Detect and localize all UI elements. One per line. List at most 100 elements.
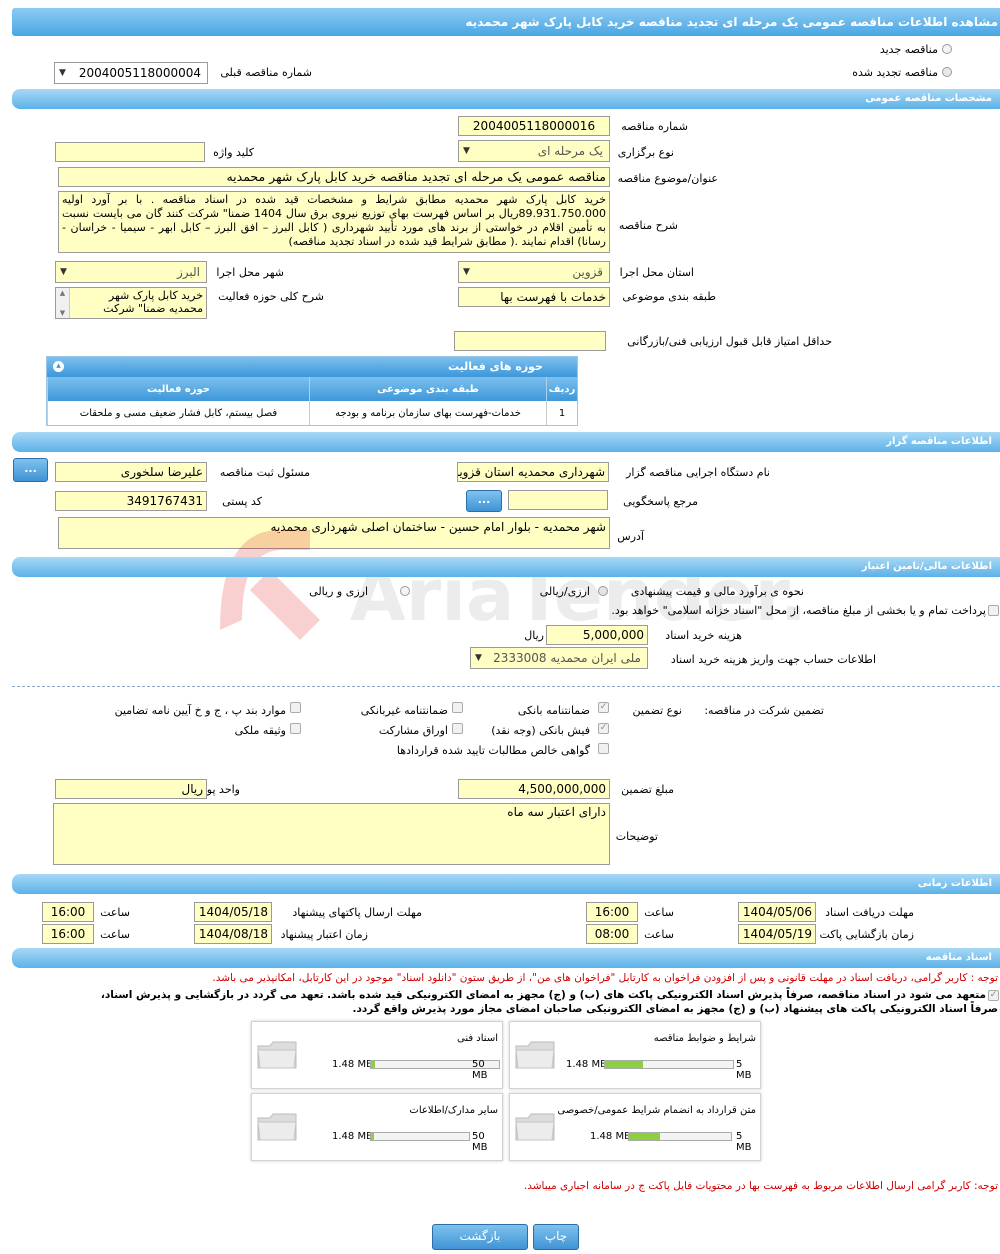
file-title: اسناد فنی	[457, 1033, 498, 1044]
table-row[interactable]: 1 خدمات-فهرست بهای سازمان برنامه و بودجه…	[47, 401, 577, 425]
receive-deadline-label: مهلت دریافت اسناد	[825, 906, 914, 919]
bylaw-checkbox[interactable]	[290, 702, 301, 713]
estimate-radio-2[interactable]	[400, 586, 410, 596]
documents-note: توجه : کاربر گرامی، دریافت اسناد در مهلت…	[212, 972, 998, 984]
column-header[interactable]: حوزه فعالیت	[47, 377, 310, 401]
tender-number-field[interactable]: 2004005118000016	[458, 116, 610, 136]
file-progress-fill	[629, 1133, 660, 1140]
price-list-note: توجه: کاربر گرامی ارسال اطلاعات مربوط به…	[523, 1180, 998, 1192]
column-header[interactable]: ردیف	[546, 377, 577, 401]
section-general: مشخصات مناقصه عمومی	[12, 89, 1000, 109]
account-select[interactable]: ملی ایران محمدیه 2333008 ▼	[470, 647, 648, 669]
textarea-scrollbar[interactable]: ▲ ▼	[56, 288, 70, 318]
file-used-size: 1.48 MB	[590, 1131, 631, 1142]
file-max-size: 50 MB	[472, 1059, 488, 1081]
agency-field[interactable]: شهرداری محمدیه استان قزوین	[457, 462, 609, 482]
category-field[interactable]: خدمات با فهرست بها	[458, 287, 610, 307]
address-field[interactable]: شهر محمدیه - بلوار امام حسین - ساختمان ا…	[58, 517, 610, 549]
activity-desc-field[interactable]: خرید کابل پارک شهر محمدیه ضمنا" شرکت ▲ ▼	[55, 287, 207, 319]
print-button[interactable]: چاپ	[533, 1224, 579, 1250]
radio-new-tender[interactable]	[942, 44, 952, 54]
account-value: ملی ایران محمدیه 2333008	[493, 651, 641, 665]
estimate-option-1: ارزی/ریالی	[539, 585, 590, 598]
chevron-down-icon: ▼	[60, 267, 67, 277]
treasury-checkbox[interactable]	[988, 605, 999, 616]
account-label: اطلاعات حساب جهت واریز هزینه خرید اسناد	[670, 653, 876, 666]
time-label: ساعت	[100, 928, 130, 941]
section-timing-title: اطلاعات زمانی	[917, 878, 992, 889]
city-label: شهر محل اجرا	[216, 266, 284, 279]
min-score-label: حداقل امتیاز قابل قبول ارزیابی فنی/بازرگ…	[627, 335, 832, 348]
subject-label: عنوان/موضوع مناقصه	[617, 172, 718, 185]
validity-date[interactable]: 1404/08/18	[194, 924, 272, 944]
reference-lookup-button[interactable]: ...	[466, 490, 502, 512]
property-checkbox[interactable]	[290, 723, 301, 734]
file-card-contract[interactable]: متن قرارداد به انضمام شرایط عمومی/خصوصی …	[509, 1093, 761, 1161]
collapse-icon[interactable]: ▴	[53, 361, 64, 372]
guarantee-type-label: نوع تضمین	[632, 704, 682, 717]
holding-type-label: نوع برگزاری	[617, 146, 674, 159]
column-header[interactable]: طبقه بندی موضوعی	[309, 377, 547, 401]
file-card-terms[interactable]: شرایط و ضوابط مناقصه 1.48 MB 5 MB	[509, 1021, 761, 1089]
registrar-field[interactable]: علیرضا سلخوری	[55, 462, 207, 482]
back-button[interactable]: بازگشت	[432, 1224, 528, 1250]
property-label: وثیقه ملکی	[234, 724, 286, 737]
subject-field[interactable]: مناقصه عمومی یک مرحله ای تجدید مناقصه خر…	[58, 167, 610, 187]
send-deadline-date[interactable]: 1404/05/18	[194, 902, 272, 922]
opening-label: زمان بازگشایی پاکت ها	[806, 928, 914, 941]
commitment-text-1: متعهد می شود در اسناد مناقصه، صرفاً پذیر…	[100, 989, 986, 1001]
treasury-text: پرداخت تمام و یا بخشی از مبلغ مناقصه، از…	[611, 604, 986, 617]
holding-type-select[interactable]: یک مرحله ای ▼	[458, 140, 610, 162]
doc-fee-field[interactable]: 5,000,000	[546, 625, 648, 645]
description-label: شرح مناقصه	[618, 219, 678, 232]
chevron-down-icon: ▼	[59, 68, 66, 78]
section-finance-title: اطلاعات مالی/تامین اعتبار	[861, 561, 992, 572]
previous-number-select[interactable]: 2004005118000004 ▼	[54, 62, 208, 84]
file-card-technical[interactable]: اسناد فنی 1.48 MB 50 MB	[251, 1021, 503, 1089]
registrar-more-button[interactable]: ...	[13, 458, 48, 482]
reference-label: مرجع پاسخگویی	[623, 495, 698, 508]
time-label: ساعت	[644, 928, 674, 941]
guarantee-amount-field[interactable]: 4,500,000,000	[458, 779, 610, 799]
radio-renewed-tender[interactable]	[942, 67, 952, 77]
province-select[interactable]: قزوین ▼	[458, 261, 610, 283]
bank-receipt-checkbox[interactable]: ✓	[598, 723, 609, 734]
activities-table: ردیف طبقه بندی موضوعی حوزه فعالیت 1 خدما…	[47, 377, 577, 425]
table-cell: 1	[546, 401, 577, 425]
file-progress-fill	[605, 1061, 644, 1068]
bank-receipt-label: فیش بانکی (وجه نقد)	[491, 724, 590, 737]
estimate-radio-1[interactable]	[598, 586, 608, 596]
file-used-size: 1.48 MB	[332, 1131, 373, 1142]
description-field[interactable]: خرید کابل پارک شهر محمدیه مطابق شرایط و …	[58, 191, 610, 253]
bonds-checkbox[interactable]	[452, 723, 463, 734]
send-deadline-time[interactable]: 16:00	[42, 902, 94, 922]
nonbank-guarantee-checkbox[interactable]	[452, 702, 463, 713]
file-card-other[interactable]: سایر مدارک/اطلاعات 1.48 MB 50 MB	[251, 1093, 503, 1161]
activities-grid-title: حوزه های فعالیت	[448, 360, 543, 373]
reference-field[interactable]	[508, 490, 608, 510]
postal-field[interactable]: 3491767431	[55, 491, 207, 511]
keyword-field[interactable]	[55, 142, 205, 162]
table-cell: فصل بیستم، کابل فشار ضعیف مسی و ملحقات	[47, 401, 310, 425]
receive-deadline-time[interactable]: 16:00	[586, 902, 638, 922]
opening-time[interactable]: 08:00	[586, 924, 638, 944]
opening-date[interactable]: 1404/05/19	[738, 924, 816, 944]
bank-guarantee-checkbox[interactable]: ✓	[598, 702, 609, 713]
file-title: شرایط و ضوابط مناقصه	[653, 1033, 756, 1044]
commitment-checkbox[interactable]: ✓	[988, 990, 999, 1001]
city-select[interactable]: البرز ▼	[55, 261, 207, 283]
receive-deadline-date[interactable]: 1404/05/06	[738, 902, 816, 922]
notes-field[interactable]: دارای اعتبار سه ماه	[53, 803, 610, 865]
section-timing: اطلاعات زمانی	[12, 874, 1000, 894]
net-claims-checkbox[interactable]	[598, 743, 609, 754]
file-progress-fill	[371, 1061, 375, 1068]
file-title: سایر مدارک/اطلاعات	[409, 1105, 498, 1116]
bylaw-label: موارد بند پ ، ج و خ آیین نامه تضامین	[114, 704, 286, 717]
previous-number-label: شماره مناقصه قبلی	[220, 66, 312, 79]
file-max-size: 5 MB	[736, 1059, 752, 1081]
validity-time[interactable]: 16:00	[42, 924, 94, 944]
time-label: ساعت	[100, 906, 130, 919]
min-score-field[interactable]	[454, 331, 606, 351]
section-finance: اطلاعات مالی/تامین اعتبار	[12, 557, 1000, 577]
currency-field[interactable]: ریال	[55, 779, 207, 799]
